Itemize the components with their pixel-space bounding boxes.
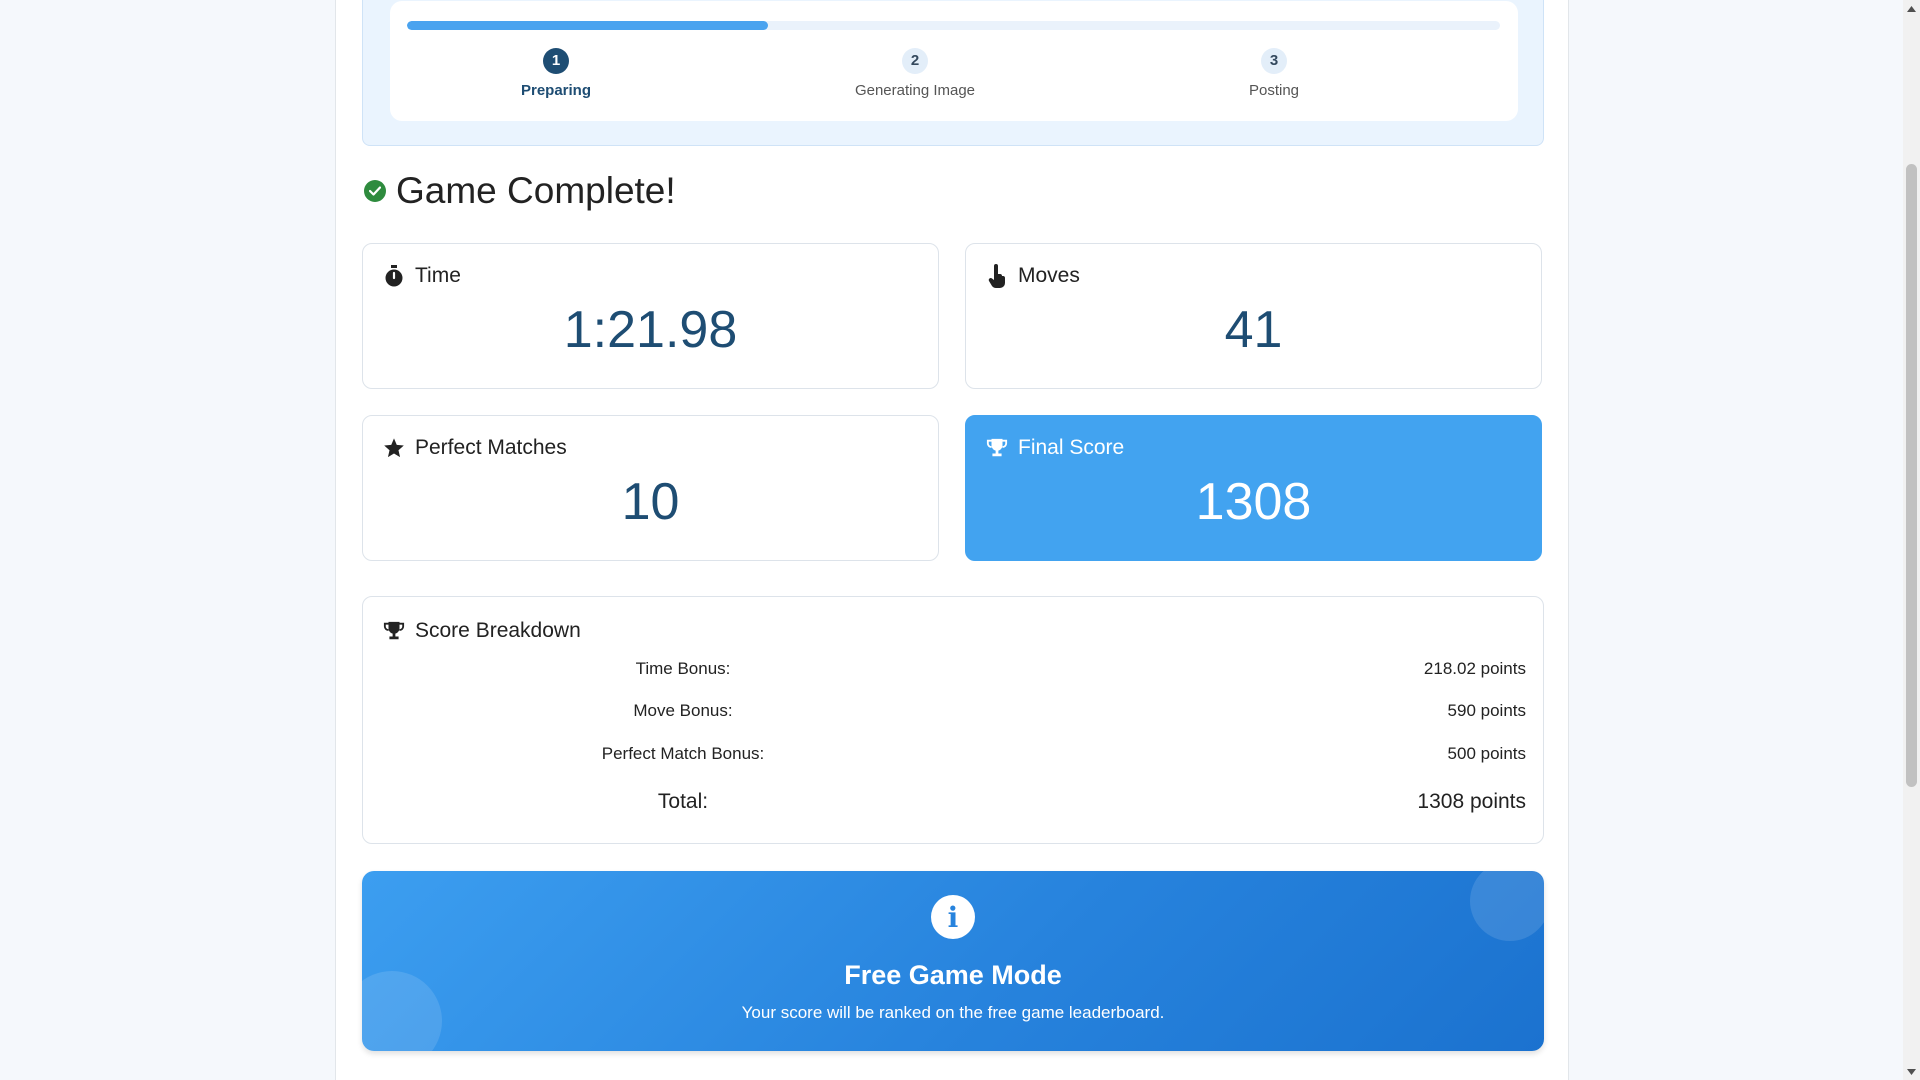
step-posting: 3 Posting bbox=[1174, 48, 1374, 99]
pointer-hand-icon bbox=[986, 264, 1008, 288]
final-score-card: Final Score 1308 bbox=[965, 415, 1542, 561]
breakdown-title: Score Breakdown bbox=[415, 619, 581, 642]
breakdown-row-perfect-match-bonus: Perfect Match Bonus: 500 points bbox=[363, 744, 1543, 774]
row-label: Time Bonus: bbox=[635, 659, 731, 678]
banner-text: Your score will be ranked on the free ga… bbox=[741, 1003, 1165, 1022]
step-number: 3 bbox=[1261, 48, 1287, 74]
step-generating-image: 2 Generating Image bbox=[815, 48, 1015, 99]
perfect-matches-card: Perfect Matches 10 bbox=[362, 415, 939, 561]
card-label: Final Score bbox=[1018, 436, 1125, 459]
final-score-value: 1308 bbox=[1195, 473, 1312, 531]
breakdown-row-move-bonus: Move Bonus: 590 points bbox=[363, 701, 1543, 731]
row-label: Total: bbox=[657, 790, 709, 813]
info-icon: i bbox=[931, 895, 975, 939]
game-complete-heading: Game Complete! bbox=[364, 170, 676, 212]
free-game-mode-banner: i Free Game Mode Your score will be rank… bbox=[362, 871, 1544, 1051]
perfect-matches-value: 10 bbox=[621, 473, 680, 531]
banner-title: Free Game Mode bbox=[844, 960, 1062, 990]
row-label: Perfect Match Bonus: bbox=[601, 744, 765, 763]
page-title: Game Complete! bbox=[396, 170, 676, 211]
stopwatch-icon bbox=[383, 265, 405, 287]
progress-bar bbox=[407, 21, 1500, 30]
step-label: Posting bbox=[1248, 82, 1300, 99]
breakdown-row-time-bonus: Time Bonus: 218.02 points bbox=[363, 659, 1543, 689]
decorative-bubble bbox=[1470, 871, 1544, 941]
scroll-up-arrow-icon[interactable] bbox=[1903, 0, 1920, 17]
scrollbar-thumb[interactable] bbox=[1906, 164, 1917, 787]
moves-card: Moves 41 bbox=[965, 243, 1542, 389]
breakdown-row-total: Total: 1308 points bbox=[363, 790, 1543, 820]
step-number: 2 bbox=[902, 48, 928, 74]
scroll-down-arrow-icon[interactable] bbox=[1903, 1063, 1920, 1080]
time-value: 1:21.98 bbox=[563, 301, 738, 359]
progress-card: 1 Preparing 2 Generating Image 3 Posting bbox=[390, 1, 1518, 121]
row-label: Move Bonus: bbox=[633, 701, 733, 720]
moves-value: 41 bbox=[1224, 301, 1283, 359]
time-card: Time 1:21.98 bbox=[362, 243, 939, 389]
row-value: 500 points bbox=[1447, 744, 1526, 763]
trophy-icon bbox=[986, 437, 1008, 459]
step-preparing: 1 Preparing bbox=[456, 48, 656, 99]
trophy-icon bbox=[383, 620, 405, 642]
card-label: Time bbox=[415, 264, 461, 287]
vertical-scrollbar[interactable] bbox=[1903, 0, 1920, 1080]
card-label: Perfect Matches bbox=[415, 436, 567, 459]
step-label: Generating Image bbox=[854, 82, 976, 99]
progress-panel: 1 Preparing 2 Generating Image 3 Posting bbox=[362, 0, 1544, 146]
row-value: 1308 points bbox=[1417, 790, 1526, 813]
progress-bar-fill bbox=[407, 21, 768, 30]
card-label: Moves bbox=[1018, 264, 1080, 287]
star-icon bbox=[383, 437, 405, 459]
step-label: Preparing bbox=[520, 82, 592, 99]
row-value: 218.02 points bbox=[1423, 659, 1526, 678]
check-circle-icon bbox=[364, 180, 386, 202]
row-value: 590 points bbox=[1447, 701, 1526, 720]
score-breakdown: Score Breakdown Time Bonus: 218.02 point… bbox=[362, 596, 1544, 844]
step-number: 1 bbox=[543, 48, 569, 74]
main-content: 1 Preparing 2 Generating Image 3 Posting… bbox=[335, 0, 1569, 1080]
